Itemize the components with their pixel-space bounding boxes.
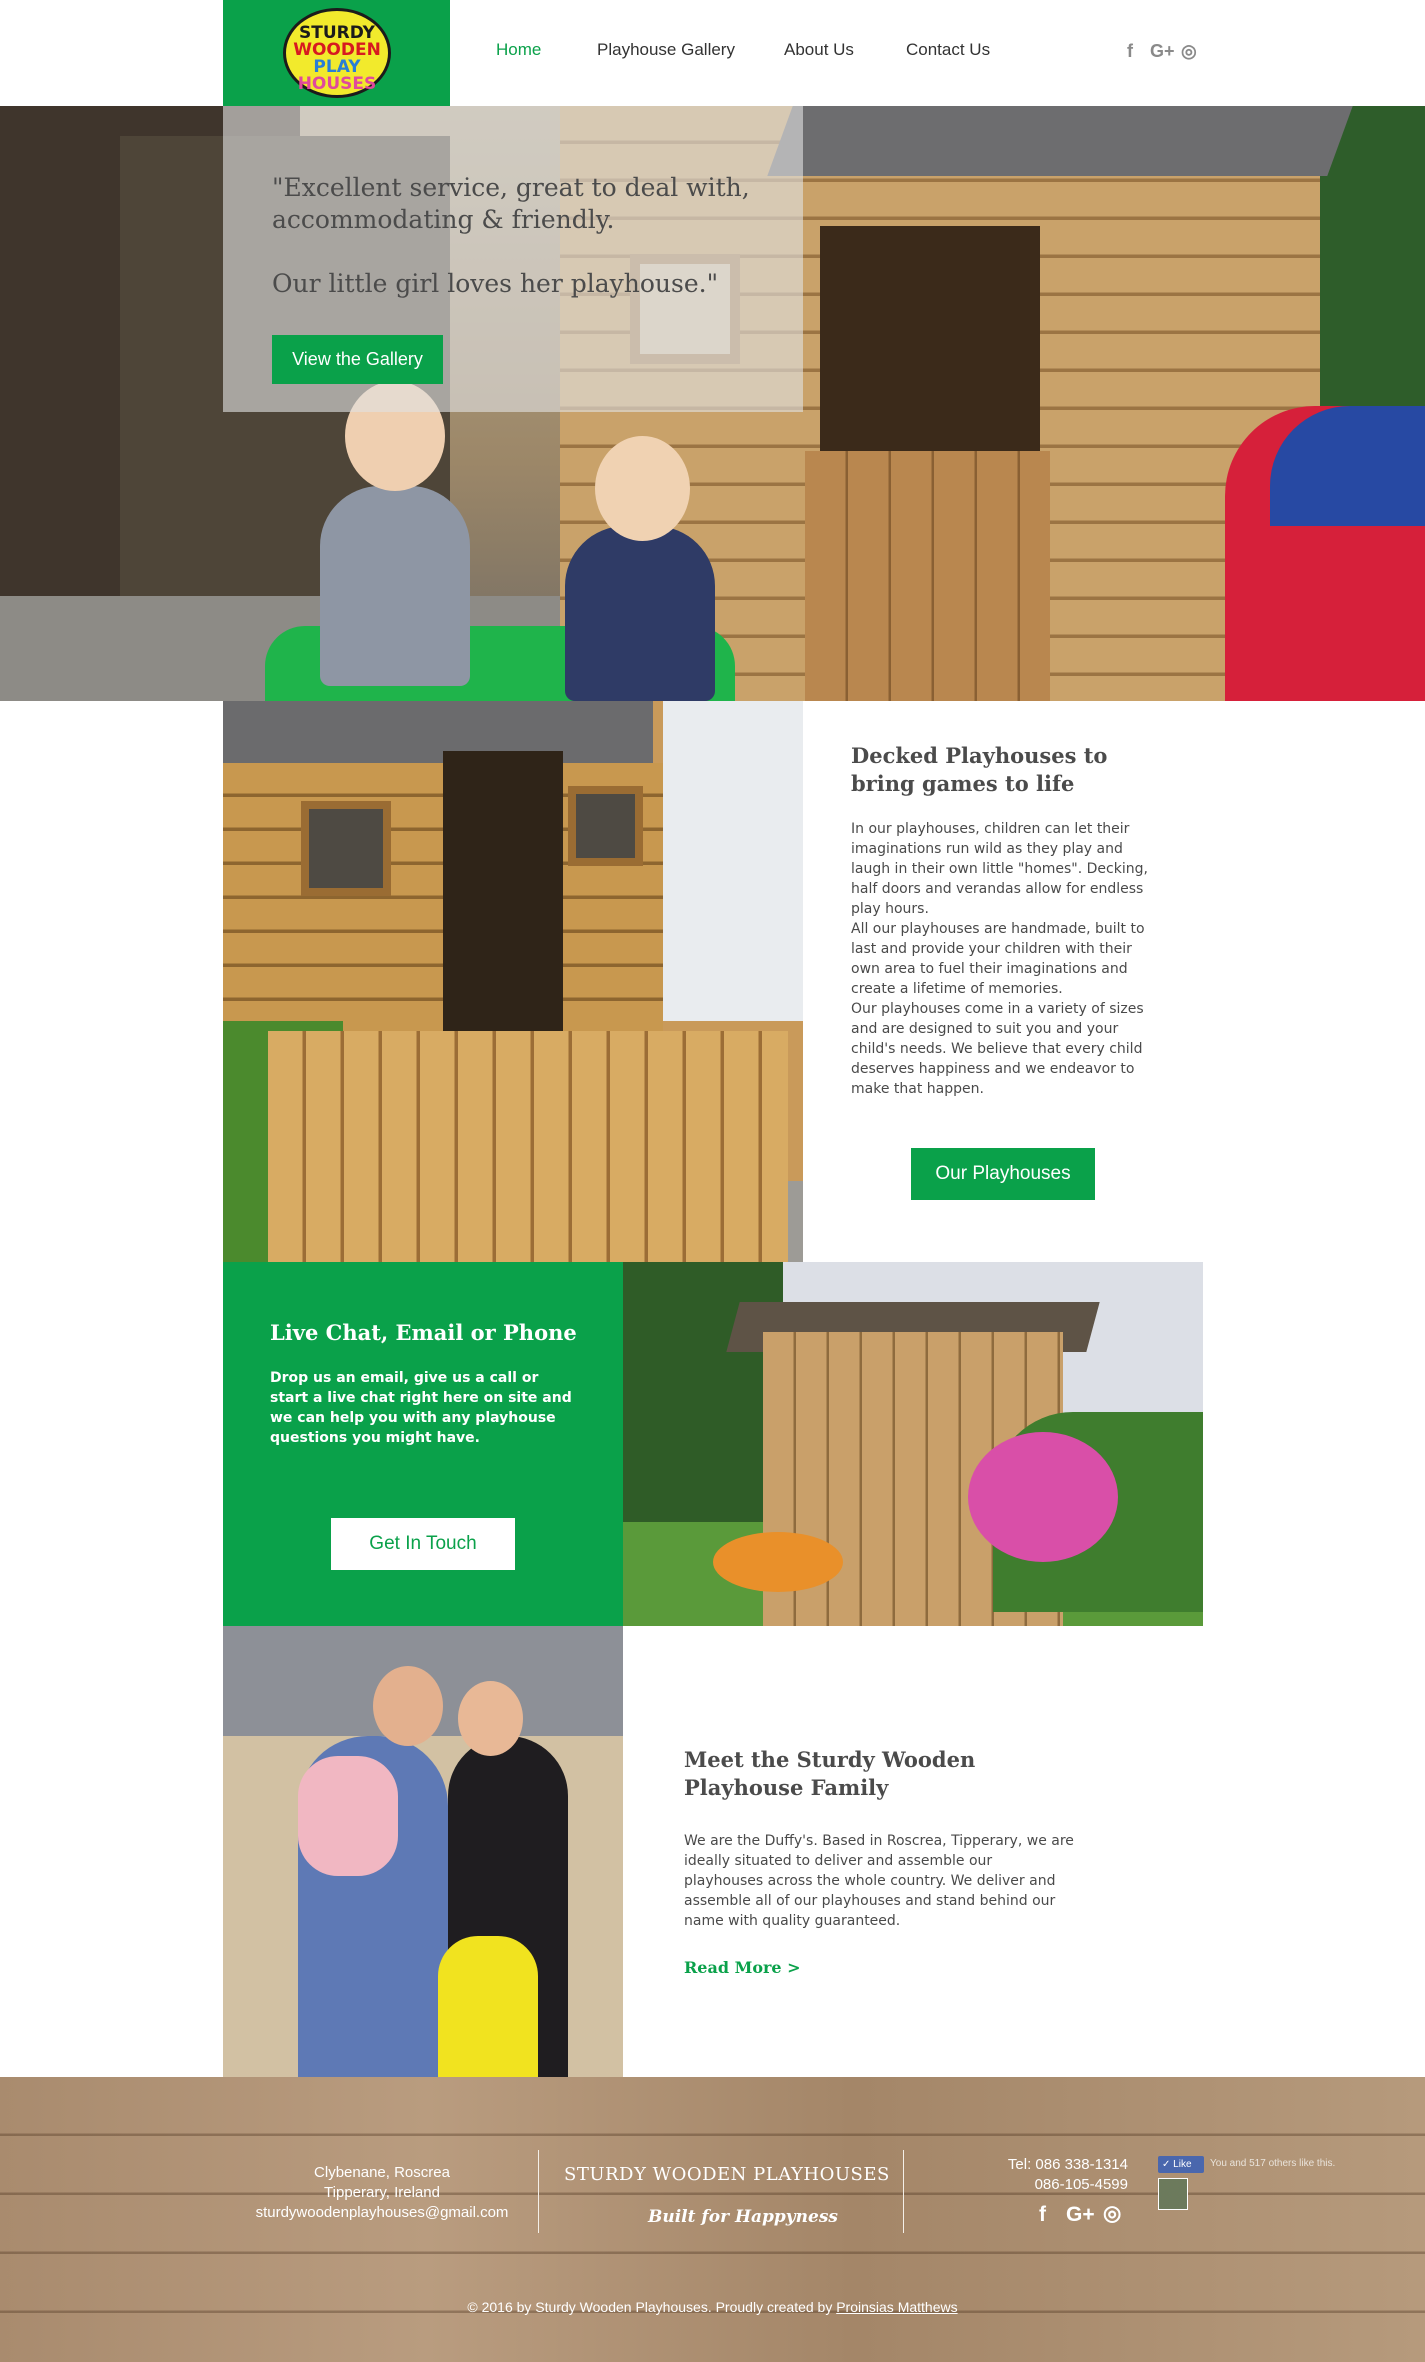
decked-playhouse-image <box>223 701 803 1262</box>
header-social-icons: f G+ ◎ <box>1124 41 1202 65</box>
footer-divider-right <box>903 2150 904 2233</box>
family-title: Meet the Sturdy Wooden Playhouse Family <box>684 1747 976 1800</box>
family-description: We are the Duffy's. Based in Roscrea, Ti… <box>684 1833 1074 1929</box>
facebook-like-button[interactable]: ✓ Like <box>1158 2156 1204 2173</box>
facebook-avatar <box>1158 2178 1188 2210</box>
view-gallery-button[interactable]: View the Gallery <box>272 335 443 384</box>
footer-brand: STURDY WOODEN PLAYHOUSES <box>564 2164 890 2185</box>
site-header: STURDY WOODEN PLAY HOUSES Home Playhouse… <box>0 0 1425 106</box>
copyright: © 2016 by Sturdy Wooden Playhouses. Prou… <box>467 2299 958 2315</box>
get-in-touch-button[interactable]: Get In Touch <box>331 1518 515 1570</box>
instagram-icon[interactable]: ◎ <box>1103 2201 1121 2226</box>
decked-description: In our playhouses, children can let thei… <box>851 821 1148 1097</box>
logo-container[interactable]: STURDY WOODEN PLAY HOUSES <box>223 0 450 106</box>
family-photo <box>223 1626 623 2077</box>
credit-link[interactable]: Proinsias Matthews <box>836 2299 957 2315</box>
google-plus-icon[interactable]: G+ <box>1150 41 1175 62</box>
contact-description: Drop us an email, give us a call or star… <box>270 1370 572 1446</box>
footer-email[interactable]: sturdywoodenplayhouses@gmail.com <box>249 2203 515 2223</box>
nav-home[interactable]: Home <box>496 40 541 60</box>
garden-playhouse-image <box>623 1262 1203 1626</box>
footer-address: Clybenane, Roscrea Tipperary, Ireland st… <box>249 2163 515 2223</box>
footer-divider-left <box>538 2150 539 2233</box>
nav-about-us[interactable]: About Us <box>784 40 854 60</box>
decked-title: Decked Playhouses to bring games to life <box>851 743 1108 796</box>
facebook-icon[interactable]: f <box>1127 41 1133 62</box>
facebook-like-count: You and 517 others like this. <box>1210 2158 1336 2169</box>
nav-contact-us[interactable]: Contact Us <box>906 40 990 60</box>
footer-tagline: Built for Happyness <box>648 2207 838 2227</box>
facebook-icon[interactable]: f <box>1039 2203 1046 2227</box>
our-playhouses-button[interactable]: Our Playhouses <box>911 1148 1095 1200</box>
contact-title: Live Chat, Email or Phone <box>270 1320 577 1345</box>
google-plus-icon[interactable]: G+ <box>1066 2203 1095 2227</box>
nav-playhouse-gallery[interactable]: Playhouse Gallery <box>597 40 735 60</box>
hero-testimonial: "Excellent service, great to deal with, … <box>272 173 750 298</box>
site-logo[interactable]: STURDY WOODEN PLAY HOUSES <box>283 8 391 98</box>
read-more-link[interactable]: Read More > <box>684 1958 801 1977</box>
footer-phones: Tel: 086 338-1314 086-105-4599 <box>1007 2156 1128 2193</box>
instagram-icon[interactable]: ◎ <box>1181 41 1197 62</box>
